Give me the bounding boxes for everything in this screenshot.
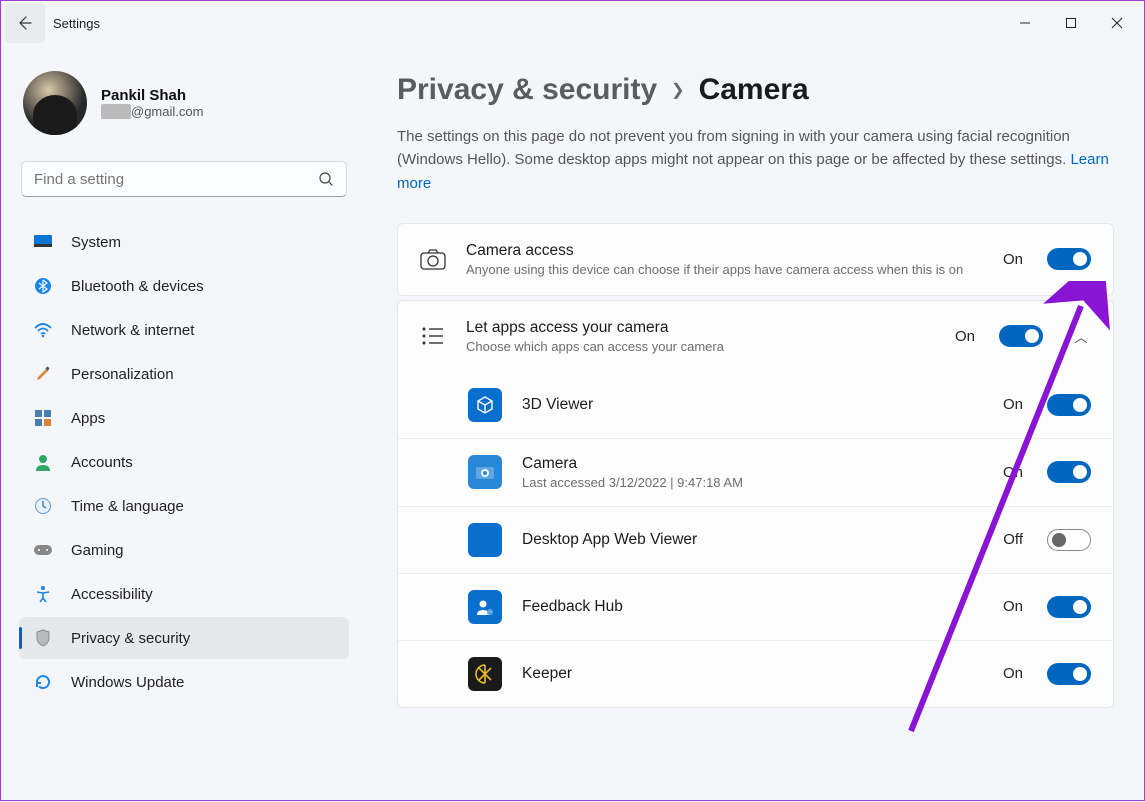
let-apps-state-label: On <box>955 328 975 345</box>
accessibility-icon <box>33 584 53 604</box>
avatar <box>23 71 87 135</box>
minimize-button[interactable] <box>1002 7 1048 39</box>
app-toggle[interactable] <box>1047 596 1091 618</box>
app-row: 3D Viewer On <box>398 372 1113 438</box>
sidebar-item-update[interactable]: Windows Update <box>19 661 349 703</box>
sidebar-item-time[interactable]: Time & language <box>19 485 349 527</box>
breadcrumb-parent[interactable]: Privacy & security <box>397 73 657 107</box>
breadcrumb-current: Camera <box>699 73 809 107</box>
sidebar-item-label: Time & language <box>71 498 184 515</box>
sidebar-item-label: Personalization <box>71 366 174 383</box>
arrow-left-icon <box>17 15 33 31</box>
wifi-icon <box>33 320 53 340</box>
title-bar: Settings <box>1 1 1144 45</box>
let-apps-card: Let apps access your camera Choose which… <box>397 300 1114 708</box>
app-icon <box>468 590 502 624</box>
app-icon <box>468 388 502 422</box>
sidebar-item-personalization[interactable]: Personalization <box>19 353 349 395</box>
chevron-right-icon: ❯ <box>671 80 684 100</box>
app-toggle[interactable] <box>1047 663 1091 685</box>
content-area: Privacy & security ❯ Camera The settings… <box>361 45 1144 802</box>
sidebar-item-label: Privacy & security <box>71 630 190 647</box>
app-row: Keeper On <box>398 640 1113 707</box>
shield-icon <box>33 628 53 648</box>
bluetooth-icon <box>33 276 53 296</box>
system-icon <box>33 232 53 252</box>
sidebar: Pankil Shah xxxx@gmail.com System Blueto… <box>1 45 361 802</box>
sidebar-item-label: Gaming <box>71 542 124 559</box>
sidebar-item-apps[interactable]: Apps <box>19 397 349 439</box>
app-list: 3D Viewer On Camera Last accessed 3/12/2022… <box>398 372 1113 707</box>
sidebar-item-label: Accessibility <box>71 586 153 603</box>
camera-access-state-label: On <box>1003 251 1023 268</box>
page-description: The settings on this page do not prevent… <box>397 125 1114 195</box>
app-state-label: Off <box>1003 531 1023 548</box>
back-button[interactable] <box>5 3 45 43</box>
person-icon <box>33 452 53 472</box>
let-apps-toggle[interactable] <box>999 325 1043 347</box>
update-icon <box>33 672 53 692</box>
let-apps-title: Let apps access your camera <box>466 319 935 337</box>
profile-block[interactable]: Pankil Shah xxxx@gmail.com <box>19 65 349 157</box>
app-state-label: On <box>1003 665 1023 682</box>
search-input[interactable] <box>34 171 318 188</box>
camera-icon <box>420 246 446 272</box>
chevron-up-icon[interactable]: ︿ <box>1071 327 1091 346</box>
app-toggle[interactable] <box>1047 461 1091 483</box>
app-toggle[interactable] <box>1047 394 1091 416</box>
app-icon <box>468 657 502 691</box>
sidebar-item-network[interactable]: Network & internet <box>19 309 349 351</box>
sidebar-item-label: Accounts <box>71 454 133 471</box>
app-subtext: Last accessed 3/12/2022 | 9:47:18 AM <box>522 475 983 490</box>
sidebar-item-gaming[interactable]: Gaming <box>19 529 349 571</box>
camera-access-subtitle: Anyone using this device can choose if t… <box>466 262 983 277</box>
app-name: Keeper <box>522 665 983 683</box>
app-row: Desktop App Web Viewer Off <box>398 506 1113 573</box>
clock-icon <box>33 496 53 516</box>
app-icon <box>468 523 502 557</box>
list-icon <box>420 323 446 349</box>
sidebar-item-system[interactable]: System <box>19 221 349 263</box>
sidebar-item-label: Windows Update <box>71 674 184 691</box>
app-row: Feedback Hub On <box>398 573 1113 640</box>
camera-access-toggle[interactable] <box>1047 248 1091 270</box>
app-icon <box>468 455 502 489</box>
app-row: Camera Last accessed 3/12/2022 | 9:47:18 … <box>398 438 1113 506</box>
profile-name: Pankil Shah <box>101 87 203 104</box>
maximize-button[interactable] <box>1048 7 1094 39</box>
app-title: Settings <box>53 16 100 31</box>
profile-email: xxxx@gmail.com <box>101 104 203 119</box>
nav-list: System Bluetooth & devices Network & int… <box>19 221 349 703</box>
sidebar-item-label: System <box>71 234 121 251</box>
search-box[interactable] <box>21 161 347 197</box>
let-apps-subtitle: Choose which apps can access your camera <box>466 339 935 354</box>
let-apps-header-row[interactable]: Let apps access your camera Choose which… <box>398 301 1113 372</box>
close-button[interactable] <box>1094 7 1140 39</box>
app-toggle[interactable] <box>1047 529 1091 551</box>
apps-icon <box>33 408 53 428</box>
sidebar-item-label: Network & internet <box>71 322 194 339</box>
app-name: Feedback Hub <box>522 598 983 616</box>
search-icon <box>318 171 334 187</box>
sidebar-item-label: Bluetooth & devices <box>71 278 204 295</box>
app-state-label: On <box>1003 396 1023 413</box>
app-name: Camera <box>522 455 983 473</box>
gamepad-icon <box>33 540 53 560</box>
paintbrush-icon <box>33 364 53 384</box>
sidebar-item-accessibility[interactable]: Accessibility <box>19 573 349 615</box>
app-state-label: On <box>1003 598 1023 615</box>
app-name: 3D Viewer <box>522 396 983 414</box>
camera-access-card: Camera access Anyone using this device c… <box>397 223 1114 296</box>
app-state-label: On <box>1003 464 1023 481</box>
app-name: Desktop App Web Viewer <box>522 531 983 549</box>
sidebar-item-accounts[interactable]: Accounts <box>19 441 349 483</box>
breadcrumb: Privacy & security ❯ Camera <box>397 73 1114 107</box>
sidebar-item-privacy[interactable]: Privacy & security <box>19 617 349 659</box>
sidebar-item-label: Apps <box>71 410 105 427</box>
sidebar-item-bluetooth[interactable]: Bluetooth & devices <box>19 265 349 307</box>
camera-access-title: Camera access <box>466 242 983 260</box>
window-controls <box>1002 7 1140 39</box>
